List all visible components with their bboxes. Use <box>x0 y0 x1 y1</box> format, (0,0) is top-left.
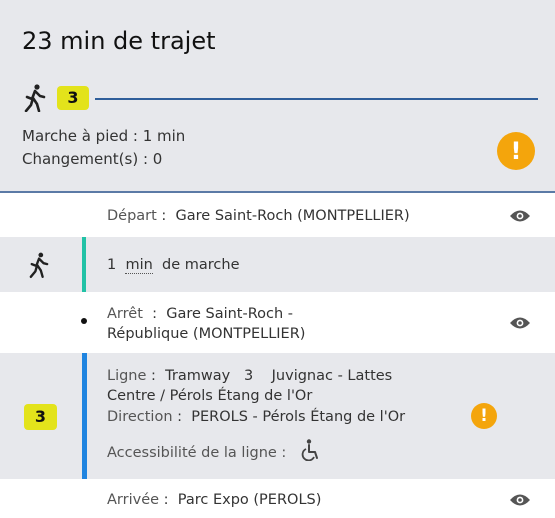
departure-value: Gare Saint-Roch (MONTPELLIER) <box>175 208 410 224</box>
line-details: Ligne : Tramway 3 Juvignac - Lattes Cent… <box>107 368 406 461</box>
walk-amount: 1 <box>107 257 117 273</box>
eye-icon[interactable] <box>509 316 531 330</box>
step-stop: Arrêt : Gare Saint-Roch - République (MO… <box>0 292 555 353</box>
line-3-badge: 3 <box>24 404 57 430</box>
journey-summary: 23 min de trajet 3 Marche à pied : 1 min… <box>0 0 555 193</box>
line-label: Ligne <box>107 368 147 384</box>
arrival-label: Arrivée <box>107 492 160 508</box>
direction-label: Direction <box>107 409 173 425</box>
changes-count-value: 0 <box>152 150 163 168</box>
walk-label: de marche <box>162 257 240 273</box>
route-line-divider <box>95 98 538 100</box>
journey-title: 23 min de trajet <box>22 27 216 55</box>
departure-text: Départ : Gare Saint-Roch (MONTPELLIER) <box>107 208 410 224</box>
arrival-text: Arrivée : Parc Expo (PEROLS) <box>107 492 322 508</box>
walk-duration-label: Marche à pied <box>22 127 129 145</box>
stop-text: Arrêt : Gare Saint-Roch - République (MO… <box>107 306 306 342</box>
walk-duration-value: 1 min <box>142 127 186 145</box>
walking-person-icon <box>24 84 46 112</box>
arrival-value: Parc Expo (PEROLS) <box>177 492 322 508</box>
warning-icon[interactable]: ! <box>497 132 535 170</box>
eye-icon[interactable] <box>509 209 531 223</box>
step-line: 3 Ligne : Tramway 3 Juvignac - Lattes Ce… <box>0 353 555 479</box>
walk-text: 1 min de marche <box>107 255 240 275</box>
departure-label: Départ <box>107 208 157 224</box>
line-segment-bar <box>82 353 87 479</box>
step-arrival: Arrivée : Parc Expo (PEROLS) <box>0 479 555 518</box>
walk-unit: min <box>125 257 153 274</box>
stop-dot <box>81 318 87 324</box>
stop-label: Arrêt <box>107 306 143 322</box>
walking-person-icon <box>29 252 49 278</box>
step-departure: Départ : Gare Saint-Roch (MONTPELLIER) <box>0 195 555 237</box>
line-3-badge: 3 <box>57 86 89 110</box>
wheelchair-icon <box>301 439 318 461</box>
direction-value: PEROLS - Pérols Étang de l'Or <box>191 409 406 425</box>
changes-count-label: Changement(s) <box>22 150 139 168</box>
eye-icon[interactable] <box>509 493 531 507</box>
line-warning-icon[interactable]: ! <box>471 403 497 429</box>
line-value-line2: Centre / Pérols Étang de l'Or <box>107 388 313 404</box>
walk-segment-bar <box>82 237 86 292</box>
changes-count: Changement(s) : 0 <box>22 150 163 168</box>
step-walk: 1 min de marche <box>0 237 555 292</box>
journey-stats: Marche à pied : 1 min Changement(s) : 0 <box>22 125 185 171</box>
stop-value-line1: Gare Saint-Roch - <box>166 306 294 322</box>
stop-value-line2: République (MONTPELLIER) <box>107 326 306 342</box>
line-value-line1: Tramway 3 Juvignac - Lattes <box>165 368 393 384</box>
walk-duration: Marche à pied : 1 min <box>22 127 186 145</box>
accessibility-label: Accessibilité de la ligne : <box>107 445 287 461</box>
